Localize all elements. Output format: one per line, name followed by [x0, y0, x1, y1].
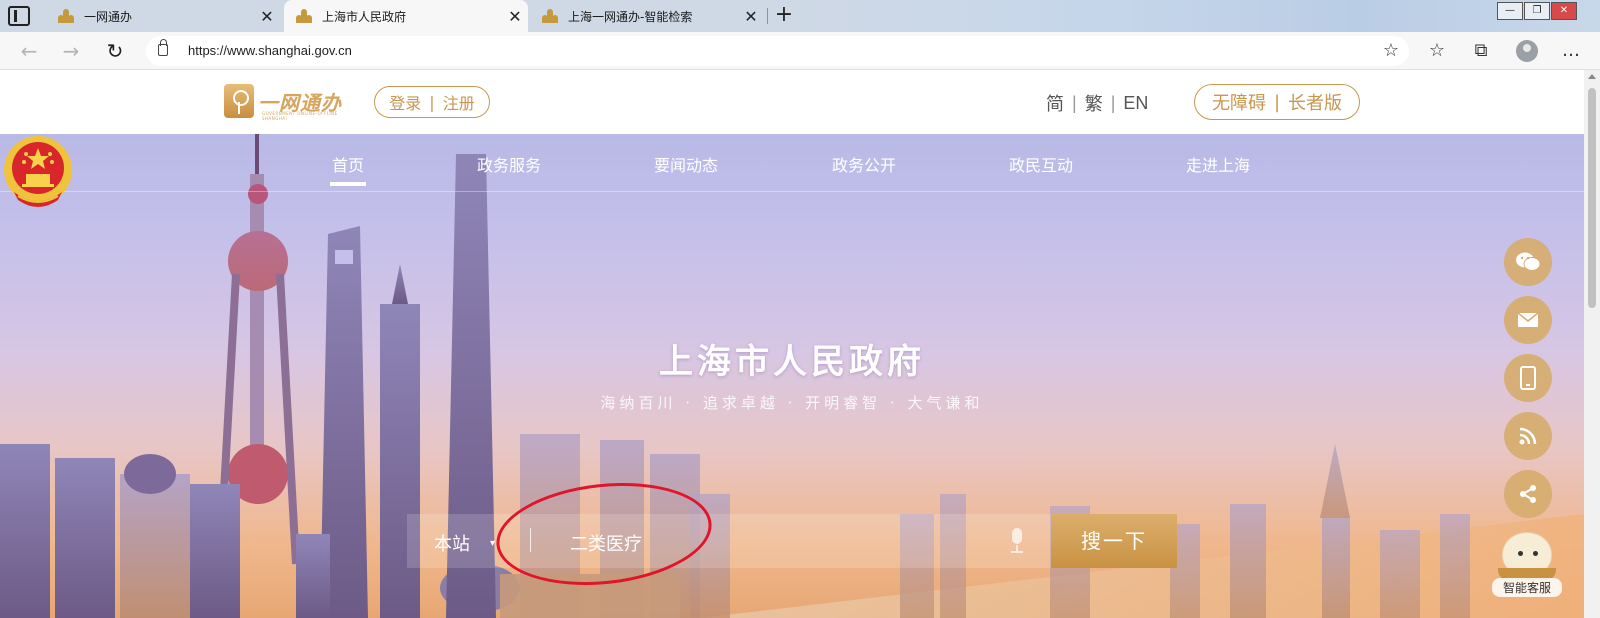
tab-3[interactable]: 上海一网通办-智能检索 ✕ [530, 0, 764, 32]
page-scrollbar[interactable] [1584, 70, 1600, 618]
accessibility-pill: 无障碍 | 长者版 [1194, 84, 1360, 120]
lang-english[interactable]: EN [1123, 93, 1148, 114]
page-viewport: 一网通办 GOVERNMENT ONLINE-OFFLINE SHANGHAI … [0, 70, 1584, 618]
tab-title: 上海市人民政府 [322, 9, 407, 24]
lang-simplified[interactable]: 简 [1046, 90, 1064, 116]
nav-home[interactable]: 首页 [329, 152, 367, 186]
accessibility-link[interactable]: 无障碍 [1212, 89, 1266, 115]
mail-icon [1517, 312, 1539, 327]
restore-button[interactable]: ❐ [1524, 2, 1550, 20]
new-tab-button[interactable]: + [770, 2, 798, 30]
login-link[interactable]: 登录 [389, 90, 421, 114]
register-link[interactable]: 注册 [443, 90, 475, 114]
tab-separator [767, 8, 768, 24]
search-button[interactable]: 搜一下 [1051, 514, 1177, 568]
tab-title: 一网通办 [84, 9, 133, 24]
browser-toolbar: ← → ↻ https://www.shanghai.gov.cn ☆ ☆ ⧉ … [0, 32, 1600, 70]
mobile-icon [1520, 366, 1536, 390]
favorites-icon[interactable]: ☆ [1424, 38, 1450, 64]
tab-2[interactable]: 上海市人民政府 ✕ [284, 0, 528, 32]
rss-icon [1519, 427, 1537, 445]
mail-button[interactable] [1504, 296, 1552, 344]
divider: | [1273, 91, 1281, 113]
more-menu-icon[interactable]: … [1558, 38, 1584, 64]
nav-about-shanghai[interactable]: 走进上海 [1186, 152, 1250, 176]
site-header: 一网通办 GOVERNMENT ONLINE-OFFLINE SHANGHAI … [0, 70, 1584, 134]
scrollbar-thumb[interactable] [1588, 88, 1596, 308]
tab-actions-icon[interactable] [8, 6, 30, 26]
national-emblem-icon [4, 136, 72, 207]
nav-news[interactable]: 要闻动态 [654, 152, 718, 176]
lang-traditional[interactable]: 繁 [1085, 90, 1103, 116]
reload-button[interactable]: ↻ [102, 38, 128, 64]
search-scope-select[interactable]: 本站 ▾ [434, 530, 495, 556]
tab-strip-background [790, 0, 1600, 32]
language-switcher: 简 | 繁 | EN [1046, 90, 1148, 116]
tab-1[interactable]: 一网通办 ✕ [46, 0, 280, 32]
divider: | [429, 92, 435, 112]
address-bar[interactable]: https://www.shanghai.gov.cn ☆ [146, 36, 1409, 66]
wechat-button[interactable] [1504, 238, 1552, 286]
url-text[interactable]: https://www.shanghai.gov.cn [188, 43, 352, 58]
add-favorite-icon[interactable]: ☆ [1383, 40, 1399, 61]
chevron-down-icon: ▾ [490, 537, 496, 549]
gov-favicon-icon [296, 9, 312, 23]
divider: | [1110, 92, 1116, 113]
logo-subtext: GOVERNMENT ONLINE-OFFLINE SHANGHAI [262, 111, 338, 121]
gov-favicon-icon [58, 9, 74, 23]
main-navigation: 首页 政务服务 要闻动态 政务公开 政民互动 走进上海 [0, 134, 1584, 192]
back-button[interactable]: ← [16, 38, 42, 64]
nav-government-disclosure[interactable]: 政务公开 [832, 152, 896, 176]
smart-assistant-button[interactable]: 智能客服 [1492, 526, 1562, 597]
divider: | [1072, 92, 1077, 113]
lock-icon[interactable] [158, 39, 168, 56]
gov-favicon-icon [542, 9, 558, 23]
share-button[interactable] [1504, 470, 1552, 518]
login-register-pill: 登录 | 注册 [374, 86, 490, 118]
tab-close-icon[interactable]: ✕ [254, 7, 280, 26]
minimize-button[interactable]: — [1497, 2, 1523, 20]
nav-government-services[interactable]: 政务服务 [477, 152, 541, 176]
scroll-up-icon[interactable] [1588, 74, 1596, 79]
tab-title: 上海一网通办-智能检索 [568, 9, 693, 24]
mobile-button[interactable] [1504, 354, 1552, 402]
wechat-icon [1516, 252, 1541, 271]
search-scope-value: 本站 [434, 534, 470, 555]
yiwangtongban-logo[interactable]: 一网通办 GOVERNMENT ONLINE-OFFLINE SHANGHAI [224, 84, 352, 121]
rss-button[interactable] [1504, 412, 1552, 460]
forward-button[interactable]: → [58, 38, 84, 64]
tab-close-icon[interactable]: ✕ [738, 7, 764, 26]
logo-emblem-icon [224, 84, 254, 118]
hero-banner: 首页 政务服务 要闻动态 政务公开 政民互动 走进上海 上海市人民政府 海纳百川… [0, 134, 1584, 618]
assistant-label: 智能客服 [1492, 578, 1562, 597]
collections-icon[interactable]: ⧉ [1468, 38, 1494, 64]
elder-mode-link[interactable]: 长者版 [1288, 89, 1342, 115]
close-window-button[interactable]: ✕ [1551, 2, 1577, 20]
page-slogan: 海纳百川 · 追求卓越 · 开明睿智 · 大气谦和 [600, 394, 984, 412]
nav-public-interaction[interactable]: 政民互动 [1009, 152, 1073, 176]
share-icon [1520, 485, 1536, 503]
microphone-icon[interactable] [1010, 528, 1024, 554]
tab-strip: 一网通办 ✕ 上海市人民政府 ✕ 上海一网通办-智能检索 ✕ + — ❐ ✕ [0, 0, 1600, 32]
tab-close-icon[interactable]: ✕ [502, 7, 528, 26]
page-title: 上海市人民政府 [659, 342, 925, 382]
profile-avatar[interactable] [1516, 40, 1538, 62]
